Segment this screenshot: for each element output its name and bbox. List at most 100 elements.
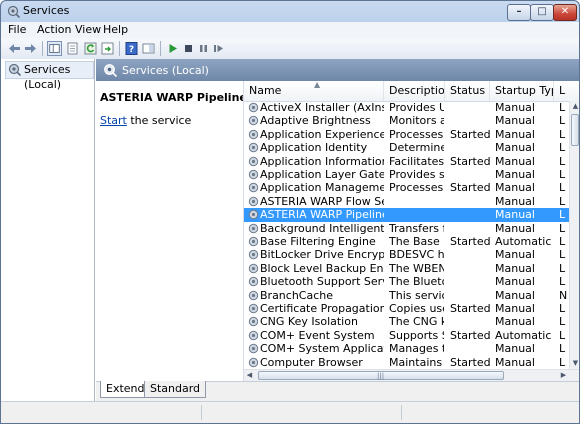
properties-view-icon[interactable] [141,41,156,56]
vertical-scrollbar[interactable]: ▲ ▼ [569,101,579,369]
service-row[interactable]: Base Filtering Engine The Base Fil... Star… [244,235,569,248]
maximize-button[interactable]: □ [530,4,554,21]
service-row[interactable]: Application Experience Processes a... Star… [244,128,569,141]
service-name: COM+ Event System [260,328,375,342]
start-service-icon[interactable] [165,41,180,56]
scroll-down-icon[interactable]: ▼ [570,358,579,369]
menu-action[interactable]: Action [37,23,71,36]
service-description: Manages th... [389,342,444,356]
service-log-on-as: L [559,194,566,208]
service-row[interactable]: Application Identity Determines ... Manual… [244,141,569,154]
service-row[interactable]: Application Layer Gateway Ser... Provides… [244,168,569,181]
service-gear-icon [248,129,259,139]
view-tabs: Extended Standard [96,381,579,402]
service-row[interactable]: Block Level Backup Engine Ser... The WBEN… [244,262,569,275]
services-pane: Services (Local) ASTERIA WARP Pipeline S… [96,59,579,402]
service-startup-type: Manual [495,127,535,141]
service-row[interactable]: COM+ Event System Supports Sy... Started Au… [244,329,569,342]
service-row[interactable]: Certificate Propagation Copies user ... St… [244,302,569,315]
status-separator [201,405,202,420]
show-hide-console-tree-icon[interactable] [47,41,62,56]
service-row[interactable]: ASTERIA WARP Flow Service Manual L [244,195,569,208]
minimize-icon: – [516,6,522,17]
column-header-log-on-as[interactable]: L [554,81,579,101]
service-name: Base Filtering Engine [260,235,376,248]
refresh-icon[interactable] [83,41,98,56]
menu-view[interactable]: View [75,23,101,36]
close-button[interactable]: ✕ [553,4,577,21]
scroll-left-icon[interactable]: ◀ [244,370,255,381]
service-gear-icon [248,343,259,354]
service-log-on-as: L [559,114,566,128]
service-status: Started [450,355,491,369]
service-name: Application Identity [260,141,368,155]
close-icon: ✕ [560,6,570,17]
vertical-scroll-thumb[interactable] [571,114,579,146]
service-gear-icon [248,116,259,126]
maximize-icon: □ [537,6,547,17]
service-row[interactable]: Adaptive Brightness Monitors a... Manual L [244,114,569,127]
service-row[interactable]: Bluetooth Support Service The Bluetoo... M… [244,275,569,288]
service-gear-icon [248,250,259,260]
back-icon[interactable] [7,41,22,56]
tab-standard[interactable]: Standard [144,381,207,398]
service-log-on-as: L [559,127,566,141]
service-name: Adaptive Brightness [260,114,371,128]
stop-service-icon[interactable] [181,41,196,56]
service-description: Monitors a... [389,114,444,128]
service-row[interactable]: COM+ System Application Manages th... Manu… [244,342,569,355]
service-startup-type: Manual [495,168,535,181]
restart-service-icon[interactable] [211,41,226,56]
service-row[interactable]: CNG Key Isolation The CNG ke... Manual L [244,315,569,328]
properties-sheet-icon[interactable] [65,41,80,56]
service-name: Application Management [260,181,384,195]
horizontal-scrollbar[interactable]: ◀ ||| ▶ [244,369,579,381]
service-name: Background Intelligent Transfe... [260,221,384,235]
service-startup-type: Manual [495,261,535,275]
help-icon[interactable]: ? [124,41,139,56]
service-startup-type: Manual [495,154,535,168]
service-status: Started [450,302,491,315]
toolbar-separator [160,41,161,56]
service-action: Start the service [100,114,191,127]
service-name: Application Experience [260,127,384,141]
service-row[interactable]: ASTERIA WARP Pipeline Service Manual L [244,208,569,222]
service-log-on-as: L [559,275,566,289]
menu-bar: File Action View Help [1,22,579,38]
scroll-right-icon[interactable]: ▶ [558,370,569,381]
column-header-startup-type[interactable]: Startup Type [490,81,554,101]
menu-file[interactable]: File [8,23,26,36]
toolbar-separator [119,41,120,56]
export-list-icon[interactable] [100,41,115,56]
service-row[interactable]: Background Intelligent Transfe... Transfe… [244,222,569,235]
service-gear-icon [248,209,259,220]
menu-help[interactable]: Help [103,23,128,36]
service-description: Processes a... [389,127,444,141]
service-description: The Bluetoo... [389,275,444,289]
scroll-up-icon[interactable]: ▲ [570,101,579,112]
service-row[interactable]: BitLocker Drive Encryption Ser... BDESVC … [244,248,569,261]
service-status: Started [450,127,491,141]
service-row[interactable]: ActiveX Installer (AxInstSV) Provides Us.… [244,101,569,114]
service-row[interactable]: Application Management Processes in... Sta… [244,181,569,194]
service-row[interactable]: Computer Browser Maintains a... Started Man… [244,356,569,369]
service-row[interactable]: BranchCache This service ... Manual N [244,289,569,302]
forward-icon[interactable] [23,41,38,56]
service-name: BranchCache [260,288,334,302]
service-gear-icon [248,303,259,314]
column-header-description[interactable]: Description [384,81,445,101]
service-log-on-as: N [559,288,568,302]
column-header-name[interactable]: ▲ Name [244,81,384,101]
service-startup-type: Automatic [495,235,552,248]
service-startup-type: Manual [495,342,535,356]
service-description: Provides Us... [389,101,444,114]
pause-service-icon[interactable] [196,41,211,56]
service-row[interactable]: Application Information Facilitates t... S… [244,155,569,168]
horizontal-scroll-thumb[interactable]: ||| [258,371,504,380]
minimize-button[interactable]: – [507,4,531,21]
service-gear-icon [248,169,259,180]
service-log-on-as: L [559,261,566,275]
tree-item-services-local[interactable]: Services (Local) [5,61,94,91]
start-service-link[interactable]: Start [100,114,127,127]
column-header-status[interactable]: Status [445,81,490,101]
